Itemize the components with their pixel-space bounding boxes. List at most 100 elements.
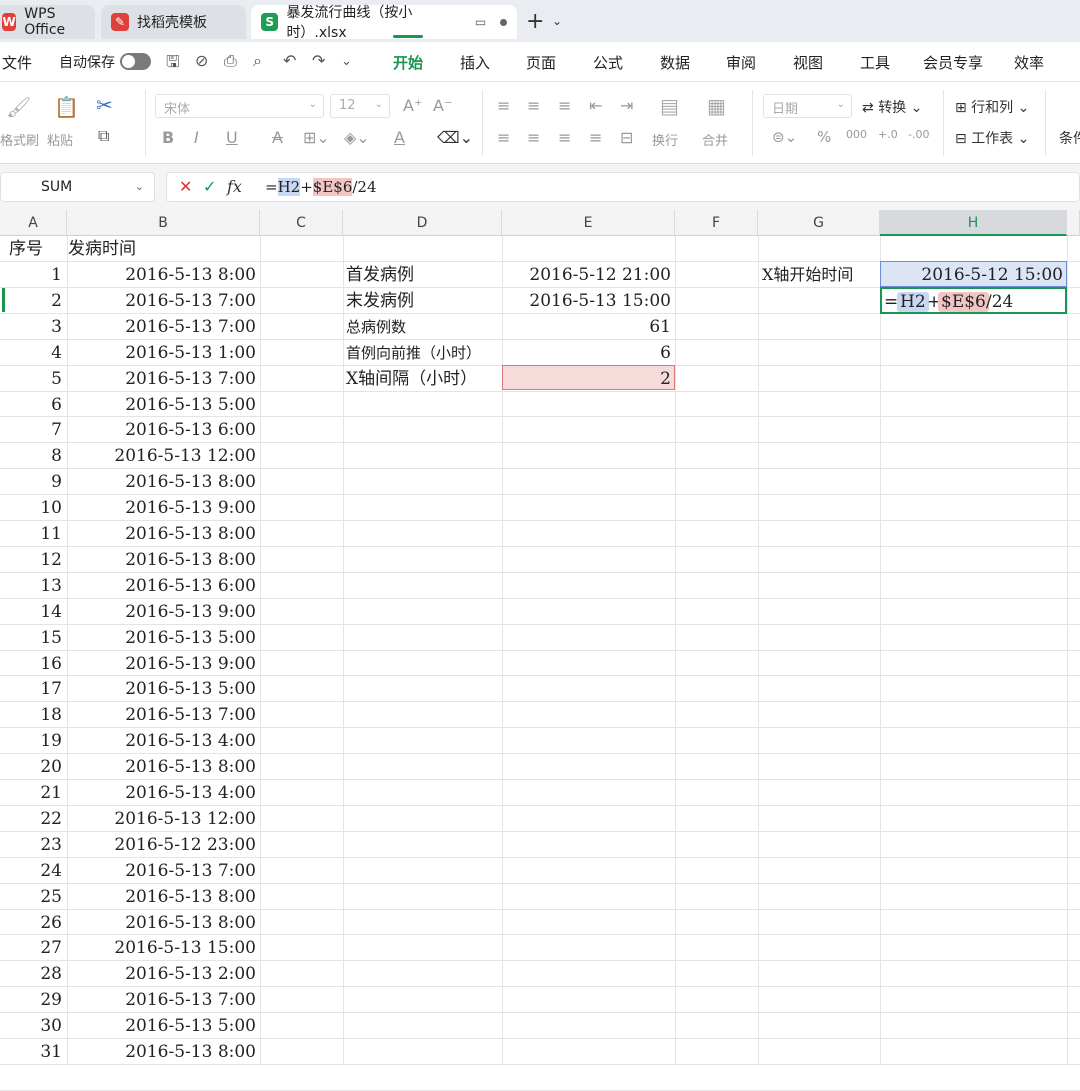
cell-onset-time[interactable]: 2016-5-13 8:00	[67, 547, 256, 573]
align-bottom-icon[interactable]: ≡	[558, 96, 571, 115]
formula-input[interactable]: ✕ ✓ fx =H2+$E$6/24	[166, 172, 1080, 202]
stat-label[interactable]: 总病例数	[346, 314, 406, 340]
align-right-icon[interactable]: ≡	[558, 128, 571, 147]
cell-serial[interactable]: 9	[0, 469, 62, 495]
underline-button[interactable]: U	[226, 128, 238, 147]
cell-serial[interactable]: 25	[0, 884, 62, 910]
format-painter-icon[interactable]: 🖌	[6, 95, 31, 119]
decrease-decimal-button[interactable]: -.00	[908, 128, 929, 141]
font-grow-icon[interactable]: A⁺	[403, 96, 422, 115]
cut-icon[interactable]: ✂	[96, 93, 113, 117]
menu-item-1[interactable]: 插入	[460, 52, 490, 73]
share-icon[interactable]: ⊘	[195, 51, 208, 70]
insert-function-button[interactable]: fx	[227, 177, 242, 196]
cell-serial[interactable]: 18	[0, 702, 62, 728]
cell-serial[interactable]: 21	[0, 780, 62, 806]
cell-onset-time[interactable]: 2016-5-13 8:00	[67, 754, 256, 780]
tab-template[interactable]: ✎ 找稻壳模板	[101, 5, 246, 39]
cell-onset-time[interactable]: 2016-5-13 9:00	[67, 599, 256, 625]
cell-serial[interactable]: 2	[0, 288, 62, 314]
cell-onset-time[interactable]: 2016-5-13 8:00	[67, 1039, 256, 1065]
cell-onset-time[interactable]: 2016-5-12 23:00	[67, 832, 256, 858]
cell-onset-time[interactable]: 2016-5-13 7:00	[67, 702, 256, 728]
indent-increase-icon[interactable]: ⇥	[620, 96, 633, 115]
cell-serial[interactable]: 26	[0, 910, 62, 936]
cell-onset-time[interactable]: 2016-5-13 5:00	[67, 676, 256, 702]
unsaved-dot-icon[interactable]	[500, 18, 507, 26]
column-header-i[interactable]	[1067, 210, 1080, 236]
indent-decrease-icon[interactable]: ⇤	[589, 96, 602, 115]
cell-serial[interactable]: 14	[0, 599, 62, 625]
column-header-f[interactable]: F	[675, 210, 758, 236]
font-size-select[interactable]: 12 ⌄	[330, 94, 390, 118]
name-box[interactable]: SUM ⌄	[0, 172, 155, 202]
rows-cols-button[interactable]: ⊞ 行和列 ⌄	[955, 97, 1029, 117]
autosave-toggle[interactable]	[120, 53, 151, 70]
cell-serial[interactable]: 11	[0, 521, 62, 547]
font-color-button[interactable]: A	[394, 128, 405, 147]
cell-onset-time[interactable]: 2016-5-13 5:00	[67, 1013, 256, 1039]
cell-onset-time[interactable]: 2016-5-13 6:00	[67, 573, 256, 599]
tab-list-button[interactable]: ⌄	[552, 14, 562, 28]
cell-serial[interactable]: 24	[0, 858, 62, 884]
cell-serial[interactable]: 15	[0, 625, 62, 651]
merge-icon[interactable]: ▦	[707, 94, 726, 118]
cell-serial[interactable]: 6	[0, 392, 62, 418]
cell-serial[interactable]: 28	[0, 961, 62, 987]
save-icon[interactable]: 🖫	[166, 51, 180, 78]
fill-color-icon[interactable]: ◈⌄	[344, 128, 370, 147]
font-name-select[interactable]: 宋体 ⌄	[155, 94, 324, 118]
italic-button[interactable]: I	[194, 128, 199, 147]
number-format-select[interactable]: 日期 ⌄	[763, 94, 852, 118]
cell-serial[interactable]: 16	[0, 651, 62, 677]
thousands-button[interactable]: 000	[846, 128, 867, 141]
menu-item-0[interactable]: 开始	[393, 52, 423, 73]
cell-onset-time[interactable]: 2016-5-13 6:00	[67, 417, 256, 443]
stat-value[interactable]: 2016-5-12 21:00	[502, 262, 671, 288]
cell-onset-time[interactable]: 2016-5-13 8:00	[67, 521, 256, 547]
cell-serial[interactable]: 3	[0, 314, 62, 340]
cell-serial[interactable]: 4	[0, 340, 62, 366]
tab-wps-office[interactable]: W WPS Office	[0, 5, 95, 39]
cell-serial[interactable]: 20	[0, 754, 62, 780]
column-header-a[interactable]: A	[0, 210, 67, 236]
menu-item-5[interactable]: 审阅	[726, 52, 756, 73]
cell-onset-time[interactable]: 2016-5-13 1:00	[67, 340, 256, 366]
worksheet-button[interactable]: ⊟ 工作表 ⌄	[955, 128, 1029, 148]
cell-serial[interactable]: 13	[0, 573, 62, 599]
increase-decimal-button[interactable]: +.0	[878, 128, 898, 141]
cell-serial[interactable]: 30	[0, 1013, 62, 1039]
cell-serial[interactable]: 23	[0, 832, 62, 858]
align-middle-icon[interactable]: ≡	[527, 96, 540, 115]
cell-serial[interactable]: 10	[0, 495, 62, 521]
column-header-b[interactable]: B	[67, 210, 260, 236]
menu-file[interactable]: 文件	[2, 52, 32, 73]
percent-button[interactable]: %	[817, 128, 831, 146]
cell-onset-time[interactable]: 2016-5-13 8:00	[67, 884, 256, 910]
stat-value[interactable]: 61	[502, 314, 671, 340]
monitor-icon[interactable]: ▭	[475, 15, 486, 29]
column-header-h[interactable]: H	[880, 210, 1067, 236]
format-painter-label[interactable]: 格式刷	[0, 130, 39, 149]
clear-format-icon[interactable]: ⌫⌄	[437, 128, 473, 147]
cell-onset-time[interactable]: 2016-5-13 2:00	[67, 961, 256, 987]
cell-onset-time[interactable]: 2016-5-13 5:00	[67, 625, 256, 651]
cell-serial[interactable]: 5	[0, 366, 62, 392]
align-left-icon[interactable]: ≡	[497, 128, 510, 147]
cell-onset-time[interactable]: 2016-5-13 9:00	[67, 495, 256, 521]
cell-onset-time[interactable]: 2016-5-13 12:00	[67, 806, 256, 832]
cell-onset-time[interactable]: 2016-5-13 7:00	[67, 858, 256, 884]
bold-button[interactable]: B	[162, 128, 174, 147]
copy-icon[interactable]: ⧉	[98, 126, 109, 146]
menu-item-8[interactable]: 会员专享	[923, 52, 983, 73]
cell-serial[interactable]: 29	[0, 987, 62, 1013]
stat-label[interactable]: 末发病例	[346, 288, 414, 314]
cell-serial[interactable]: 7	[0, 417, 62, 443]
cell-onset-time[interactable]: 2016-5-13 8:00	[67, 469, 256, 495]
menu-item-4[interactable]: 数据	[660, 52, 690, 73]
new-tab-button[interactable]: +	[526, 9, 544, 34]
menu-item-7[interactable]: 工具	[860, 52, 890, 73]
header-serial[interactable]: 序号	[9, 236, 43, 262]
column-header-c[interactable]: C	[260, 210, 343, 236]
paste-label[interactable]: 粘贴	[47, 130, 73, 149]
